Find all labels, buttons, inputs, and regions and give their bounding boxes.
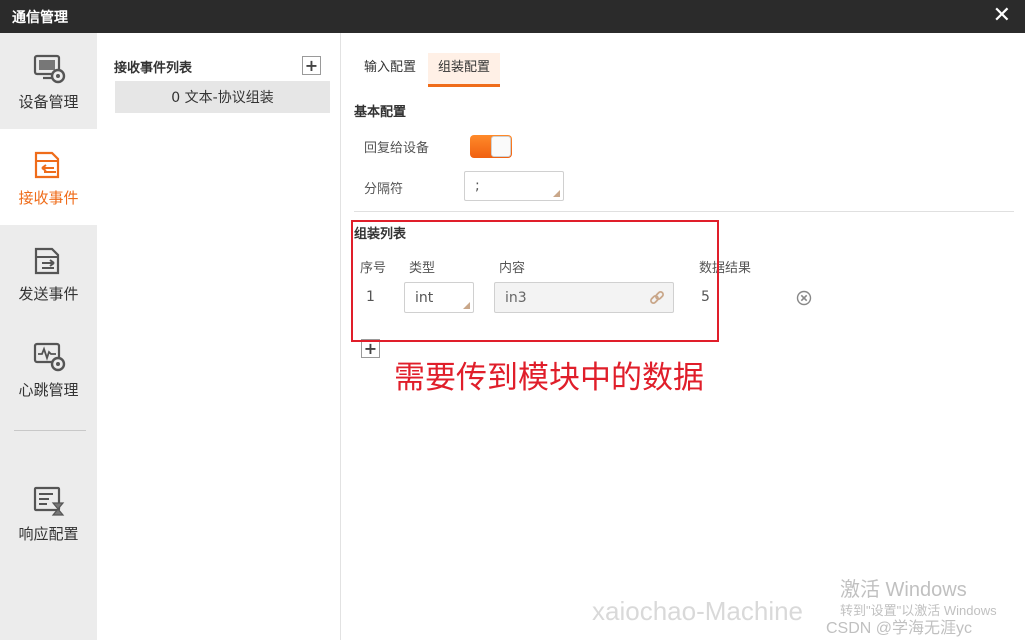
nav-label: 设备管理	[18, 92, 79, 111]
tab-assembly-config[interactable]: 组装配置	[428, 53, 501, 87]
nav-item-send[interactable]: 发送事件	[0, 225, 97, 321]
close-icon[interactable]: ✕	[993, 4, 1011, 28]
col-index: 序号	[360, 261, 387, 276]
type-value: int	[415, 289, 434, 306]
nav-item-heartbeat[interactable]: 心跳管理	[0, 321, 97, 417]
reply-label: 回复给设备	[364, 141, 430, 156]
activate-windows-watermark: 激活 Windows	[840, 579, 967, 601]
row-result: 5	[701, 289, 710, 305]
row-index: 1	[366, 289, 375, 305]
annotation-text: 需要传到模块中的数据	[394, 360, 704, 396]
separator-input[interactable]: ;	[464, 171, 564, 201]
window-title: 通信管理	[12, 9, 68, 26]
nav-label: 响应配置	[18, 524, 79, 543]
resize-corner-icon	[553, 190, 560, 197]
machine-watermark: xaiochao-Machine	[592, 596, 804, 626]
separator-label: 分隔符	[364, 182, 404, 197]
monitor-gear-icon	[33, 54, 65, 83]
tab-input-config[interactable]: 输入配置	[354, 53, 426, 87]
config-tabs: 输入配置 组装配置	[354, 53, 501, 87]
col-type: 类型	[409, 261, 436, 276]
delete-row-icon[interactable]	[796, 290, 812, 306]
content-input[interactable]: in3	[494, 282, 674, 313]
nav-label: 发送事件	[18, 284, 79, 303]
event-list-panel: 接收事件列表 + 0 文本-协议组装	[97, 33, 341, 640]
toggle-knob	[491, 136, 511, 157]
send-arrow-icon	[34, 247, 59, 274]
nav-item-receive[interactable]: 接收事件	[0, 129, 97, 225]
nav-item-device[interactable]: 设备管理	[0, 33, 97, 129]
nav-divider	[14, 430, 86, 431]
side-nav: 设备管理 接收事件 发送事件 心跳管理 响应配置	[0, 33, 97, 640]
assembly-list-title: 组装列表	[354, 227, 407, 242]
content-value: in3	[505, 289, 527, 306]
add-event-button[interactable]: +	[302, 56, 321, 75]
event-list-title: 接收事件列表	[114, 61, 193, 76]
nav-item-response[interactable]: 响应配置	[0, 465, 97, 561]
col-content: 内容	[499, 261, 526, 276]
heartbeat-gear-icon	[33, 342, 65, 371]
col-result: 数据结果	[699, 261, 752, 276]
list-hourglass-icon	[33, 486, 64, 516]
resize-corner-icon	[463, 302, 470, 309]
add-row-button[interactable]: +	[361, 339, 380, 358]
nav-label: 接收事件	[18, 188, 79, 207]
type-input[interactable]: int	[404, 282, 474, 313]
window-titlebar: 通信管理 ✕	[0, 0, 1025, 33]
csdn-watermark: CSDN @学海无涯yc	[826, 620, 973, 637]
config-panel: 输入配置 组装配置 基本配置 回复给设备 分隔符 ; 组装列表 序号 类型 内容…	[342, 33, 1025, 640]
basic-config-title: 基本配置	[354, 105, 407, 120]
separator-value: ;	[475, 178, 480, 194]
nav-label: 心跳管理	[18, 380, 79, 399]
section-divider	[354, 211, 1014, 212]
inbox-arrow-icon	[34, 151, 59, 178]
link-icon[interactable]	[649, 290, 665, 306]
reply-toggle[interactable]	[470, 135, 512, 158]
event-list-item[interactable]: 0 文本-协议组装	[115, 81, 330, 113]
